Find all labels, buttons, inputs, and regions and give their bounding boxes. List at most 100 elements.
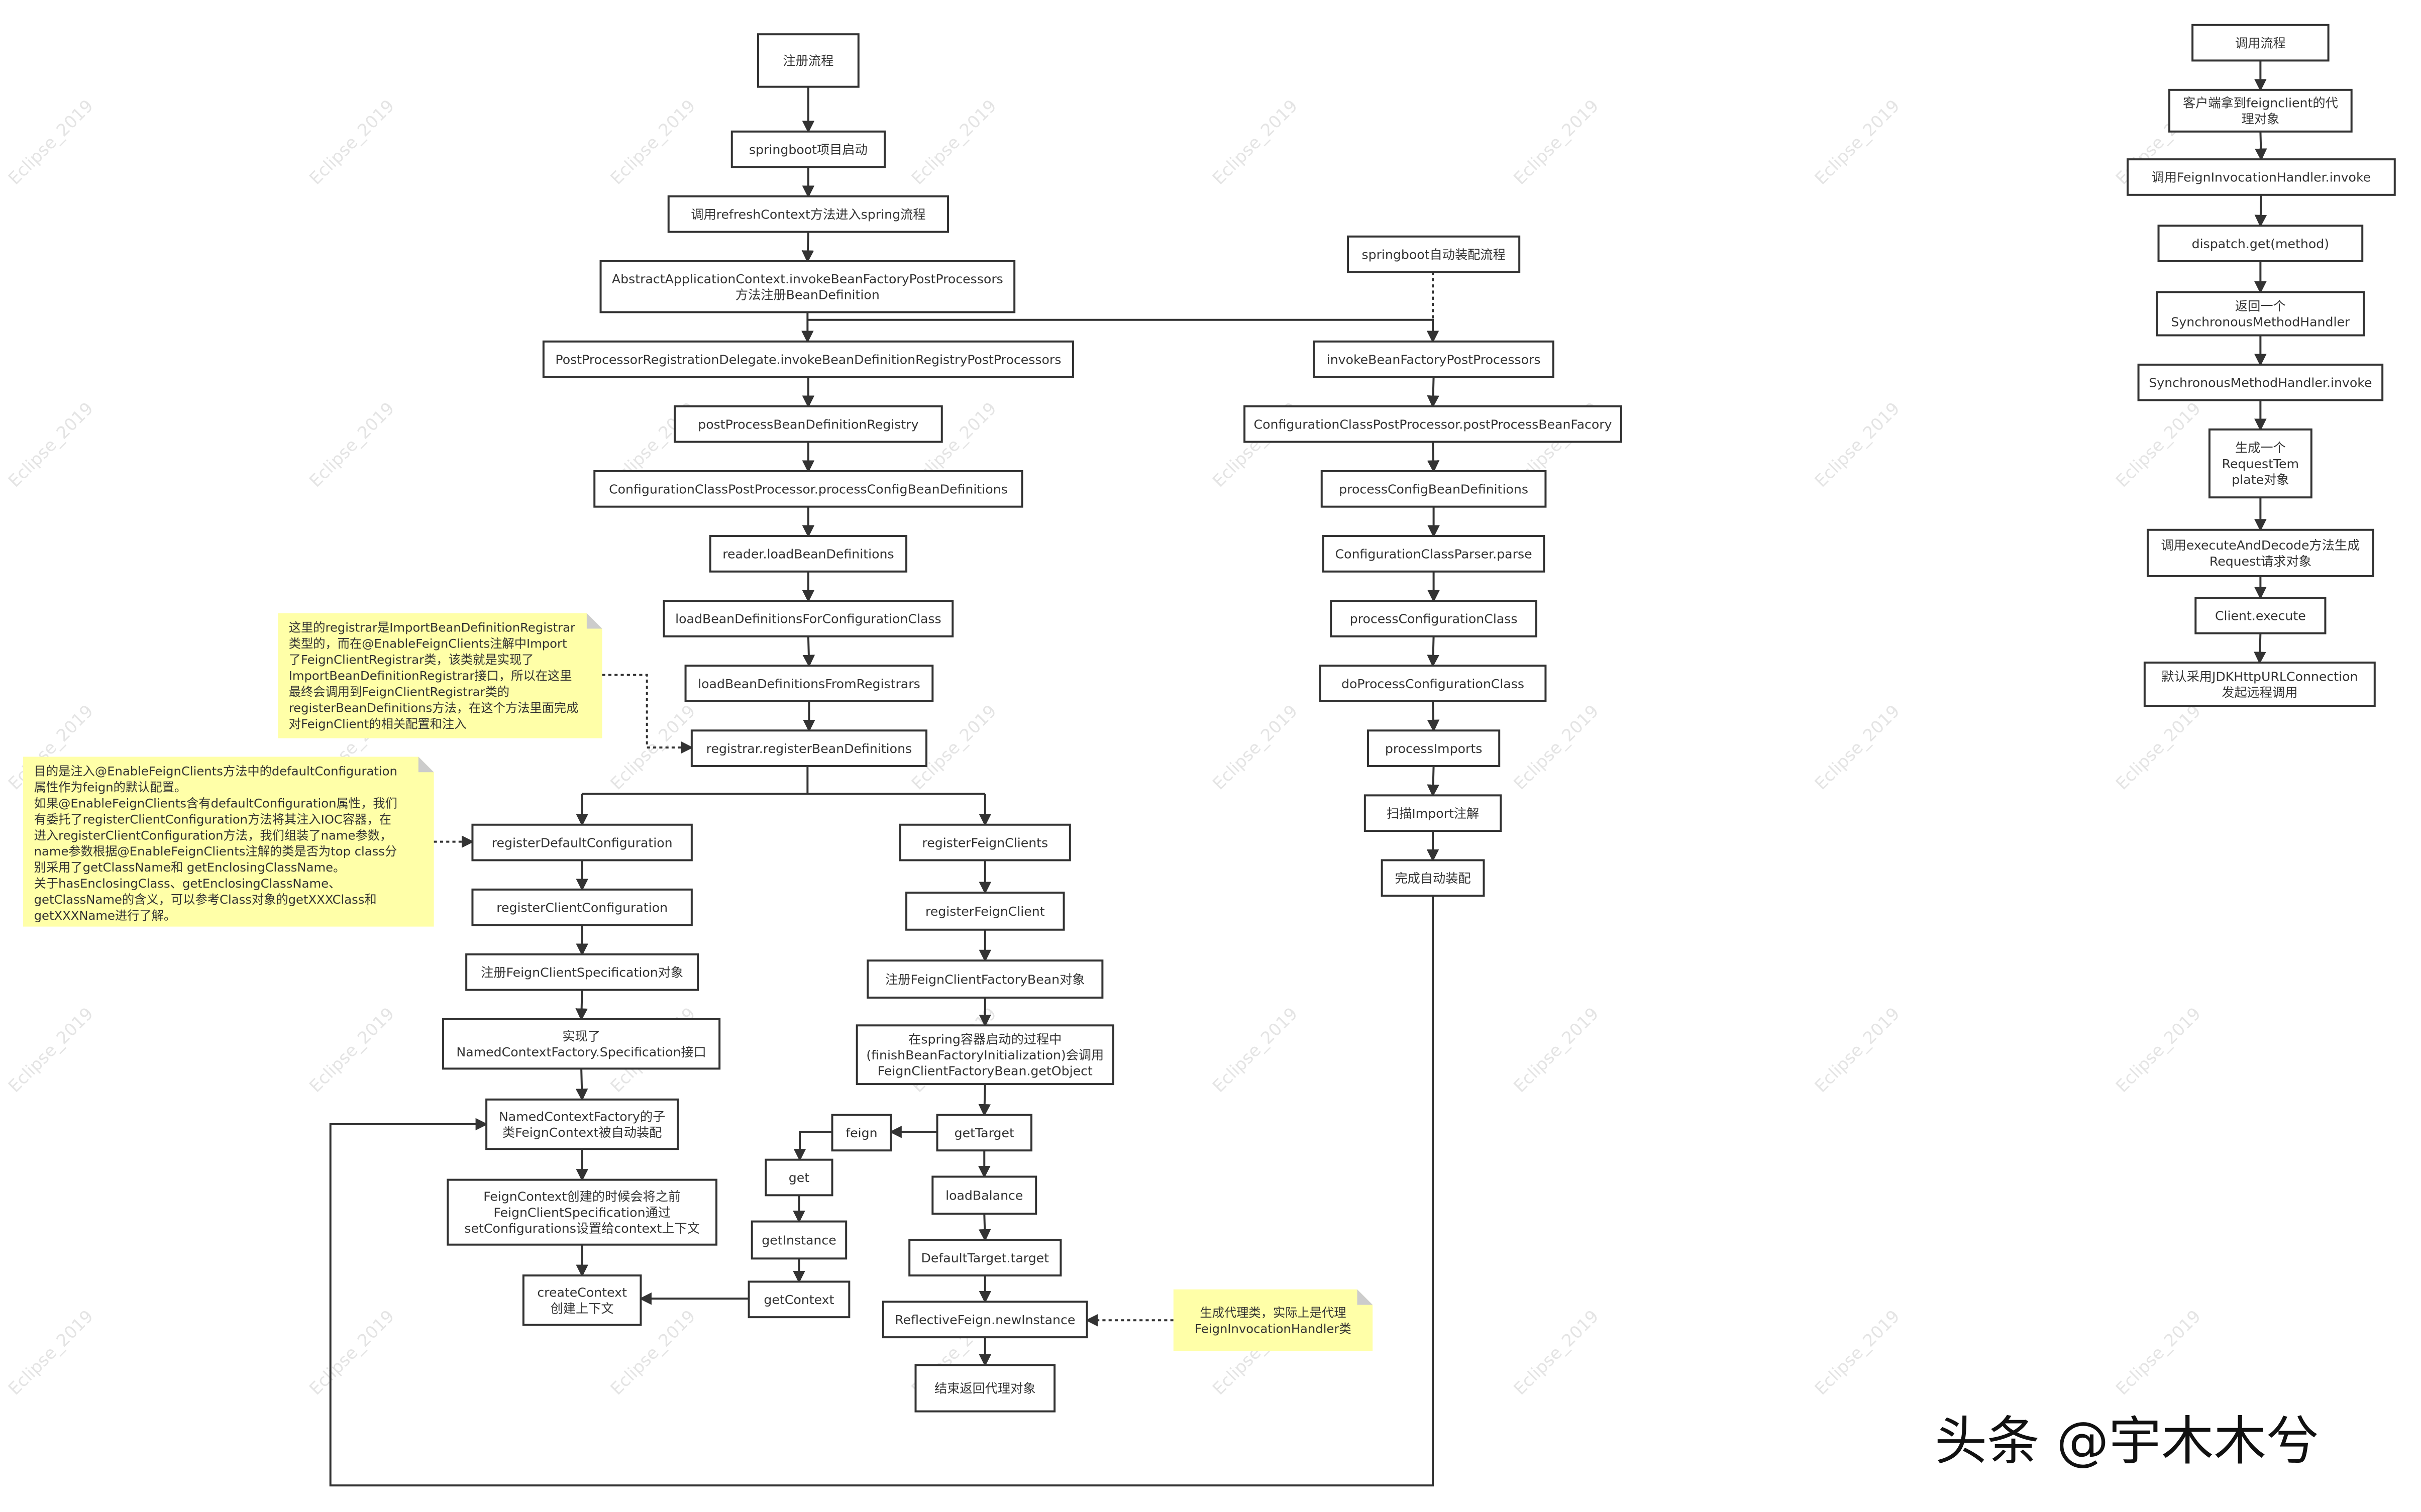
note-text-line: 别采用了getClassName和 getEnclosingClassName。	[34, 860, 346, 875]
flow-node-n31[interactable]: 结束返回代理对象	[914, 1364, 1056, 1413]
node-label: registerDefaultConfiguration	[492, 835, 673, 850]
eclipse-watermark: Eclipse_2019	[1209, 96, 1301, 188]
flow-node-n36[interactable]: ConfigurationClassParser.parse	[1322, 535, 1545, 573]
eclipse-watermark: Eclipse_2019	[2112, 1004, 2204, 1096]
flow-node-n4[interactable]: AbstractApplicationContext.invokeBeanFac…	[599, 260, 1016, 313]
flow-arrow	[2255, 131, 2267, 161]
node-label: loadBeanDefinitionsForConfigurationClass	[675, 612, 941, 626]
eclipse-watermark: Eclipse_2019	[606, 96, 699, 188]
flow-node-n23[interactable]: getTarget	[936, 1114, 1032, 1152]
flow-node-n11[interactable]: registrar.registerBeanDefinitions	[690, 729, 928, 767]
flow-arrow	[1427, 442, 1440, 473]
node-label-line: 发起远程调用	[2222, 685, 2297, 700]
flow-node-r3[interactable]: 调用FeignInvocationHandler.invoke	[2127, 158, 2396, 196]
flow-node-n15[interactable]: 实现了 NamedContextFactory.Specification接口	[442, 1018, 721, 1070]
flow-node-n2[interactable]: springboot项目启动	[730, 130, 886, 168]
flow-node-n34[interactable]: ConfigurationClassPostProcessor.postProc…	[1243, 405, 1623, 443]
flow-arrow	[1427, 636, 1439, 668]
flow-node-n32[interactable]: springboot自动装配流程	[1347, 235, 1521, 273]
node-label: ConfigurationClassParser.parse	[1335, 547, 1532, 562]
note-text-line: 最终会调用到FeignClientRegistrar类的	[289, 684, 509, 699]
note-text-line: 进入registerClientConfiguration方法，我们组装了nam…	[34, 828, 392, 842]
note-fold-corner	[586, 613, 602, 629]
flow-node-n9[interactable]: loadBeanDefinitionsForConfigurationClass	[663, 600, 954, 637]
flow-node-n10[interactable]: loadBeanDefinitionsFromRegistrars	[684, 665, 934, 702]
flow-node-n37[interactable]: processConfigurationClass	[1330, 600, 1537, 637]
node-label-line: Client.execute	[2215, 609, 2306, 623]
flow-node-n29[interactable]: DefaultTarget.target	[908, 1239, 1062, 1277]
flow-arrow	[1427, 377, 1439, 408]
flow-node-r4[interactable]: dispatch.get(method)	[2157, 225, 2364, 262]
node-label-line: processConfigBeanDefinitions	[1339, 482, 1528, 497]
node-label-line: feign	[846, 1126, 877, 1140]
node-label-line: DefaultTarget.target	[921, 1251, 1049, 1265]
flow-node-n18[interactable]: createContext 创建上下文	[522, 1274, 642, 1326]
eclipse-watermark: Eclipse_2019	[1811, 701, 1904, 794]
note-text-line: 这里的registrar是ImportBeanDefinitionRegistr…	[289, 620, 575, 635]
flow-node-n25[interactable]: get	[765, 1158, 833, 1197]
flow-node-n30[interactable]: ReflectiveFeign.newInstance	[882, 1301, 1088, 1339]
node-label-line: FeignContext创建的时候会将之前	[483, 1190, 681, 1204]
flow-node-n20[interactable]: registerFeignClient	[905, 891, 1065, 931]
flow-node-r2[interactable]: 客户端拿到feignclient的代理对象	[2168, 88, 2353, 133]
note-text-line: 如果@EnableFeignClients含有defaultConfigurat…	[34, 796, 397, 810]
eclipse-watermark: Eclipse_2019	[2112, 1306, 2204, 1398]
flow-node-n24[interactable]: feign	[831, 1114, 892, 1152]
flow-node-n33[interactable]: invokeBeanFactoryPostProcessors	[1313, 340, 1554, 378]
sticky-note1[interactable]: 这里的registrar是ImportBeanDefinitionRegistr…	[278, 613, 602, 738]
flow-node-r1[interactable]: 调用流程	[2191, 24, 2330, 62]
node-label: reader.loadBeanDefinitions	[722, 547, 894, 562]
flow-node-n16[interactable]: NamedContextFactory的子类FeignContext被自动装配	[485, 1098, 679, 1150]
flow-node-n12[interactable]: registerDefaultConfiguration	[471, 823, 693, 861]
flow-node-n26[interactable]: getInstance	[751, 1220, 848, 1260]
flow-node-n41[interactable]: 完成自动装配	[1381, 859, 1485, 897]
note-text-line: 关于hasEnclosingClass、getEnclosingClassNam…	[34, 876, 341, 891]
node-label-line: registrar.registerBeanDefinitions	[706, 741, 912, 756]
eclipse-watermark: Eclipse_2019	[2112, 398, 2204, 491]
node-label: 调用refreshContext方法进入spring流程	[691, 207, 925, 222]
brand-watermark: 头条 @宇木木兮	[1935, 1411, 2319, 1472]
sticky-note3[interactable]: 生成代理类，实际上是代理 FeignInvocationHandler类	[1173, 1289, 1373, 1351]
node-label: loadBalance	[945, 1189, 1023, 1203]
flow-node-n28[interactable]: loadBalance	[931, 1175, 1037, 1215]
sticky-note2[interactable]: 目的是注入@EnableFeignClients方法中的defaultConfi…	[23, 757, 434, 927]
node-label-line: doProcessConfigurationClass	[1341, 677, 1524, 691]
flow-node-n40[interactable]: 扫描Import注解	[1363, 794, 1502, 832]
flow-node-n7[interactable]: ConfigurationClassPostProcessor.processC…	[593, 470, 1023, 508]
flow-node-n6[interactable]: postProcessBeanDefinitionRegistry	[674, 405, 943, 443]
flowchart-canvas: Eclipse_2019 Eclipse_2019 Eclipse_2019 Ecli…	[5, 24, 2396, 1487]
node-label: 注册FeignClientSpecification对象	[481, 965, 683, 980]
flow-node-n17[interactable]: FeignContext创建的时候会将之前 FeignClientSpecific…	[447, 1178, 718, 1246]
flow-node-n39[interactable]: processImports	[1366, 729, 1501, 767]
node-label: SynchronousMethodHandler.invoke	[2149, 375, 2372, 390]
flow-node-n5[interactable]: PostProcessorRegistrationDelegate.invoke…	[542, 340, 1074, 378]
node-label-line: dispatch.get(method)	[2192, 237, 2330, 251]
flow-node-r6[interactable]: SynchronousMethodHandler.invoke	[2137, 363, 2384, 401]
flow-node-n1[interactable]: 注册流程	[757, 33, 860, 88]
flow-arrow	[801, 232, 814, 263]
node-label: registerClientConfiguration	[496, 900, 668, 915]
flow-node-n27[interactable]: getContext	[748, 1280, 851, 1319]
flow-node-n22[interactable]: 在spring容器启动的过程中 (finishBeanFactoryInitial…	[856, 1024, 1114, 1086]
node-label-line: NamedContextFactory的子	[499, 1109, 665, 1124]
flow-node-r5[interactable]: 返回一个 SynchronousMethodHandler	[2156, 291, 2365, 337]
node-label: getContext	[764, 1292, 834, 1307]
node-label: 结束返回代理对象	[934, 1381, 1036, 1396]
flow-node-r7[interactable]: 生成一个 RequestTem plate对象	[2208, 428, 2312, 499]
flow-node-n8[interactable]: reader.loadBeanDefinitions	[709, 535, 908, 573]
flow-node-r9[interactable]: Client.execute	[2194, 596, 2327, 634]
node-label: feign	[846, 1126, 877, 1140]
flow-node-r8[interactable]: 调用executeAndDecode方法生成 Request请求对象	[2147, 528, 2374, 577]
flow-node-r10[interactable]: 默认采用JDKHttpURLConnection 发起远程调用	[2143, 662, 2376, 707]
eclipse-watermark: Eclipse_2019	[5, 1306, 97, 1398]
note-text: 这里的registrar是ImportBeanDefinitionRegistr…	[289, 620, 579, 731]
flow-node-n19[interactable]: registerFeignClients	[899, 823, 1071, 861]
flow-node-n38[interactable]: doProcessConfigurationClass	[1319, 665, 1547, 702]
note-text-line: 类型的，而在@EnableFeignClients注解中Import	[289, 636, 567, 651]
flow-node-n14[interactable]: 注册FeignClientSpecification对象	[465, 953, 699, 991]
flow-node-n3[interactable]: 调用refreshContext方法进入spring流程	[667, 195, 950, 233]
flow-node-n13[interactable]: registerClientConfiguration	[471, 888, 693, 926]
flow-arrow	[575, 990, 588, 1021]
flow-node-n35[interactable]: processConfigBeanDefinitions	[1320, 470, 1547, 508]
flow-node-n21[interactable]: 注册FeignClientFactoryBean对象	[867, 959, 1104, 999]
